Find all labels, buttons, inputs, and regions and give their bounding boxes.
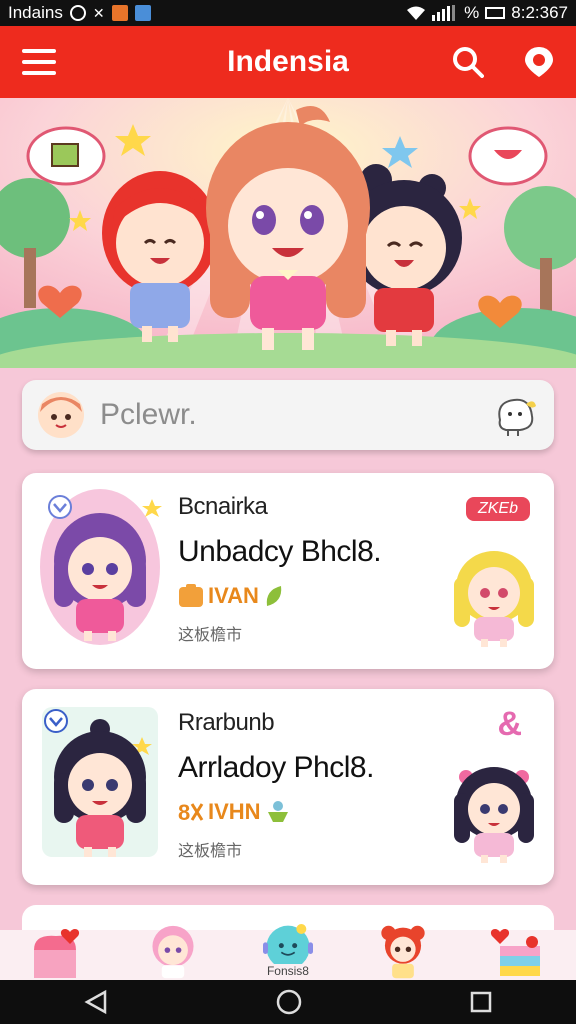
mute-icon: ✕ [92,4,105,21]
image-notification-icon [134,5,151,21]
system-nav-bar [0,980,576,1024]
card-side-avatar [448,547,540,652]
wifi-icon [407,6,426,20]
figure-icon [267,801,288,822]
app-notification-icon [111,5,128,21]
nav-center-label: Fonsis8 [266,964,309,978]
card-subtitle: Bcnairka [178,493,268,520]
hero-banner [0,98,576,368]
card-avatar [38,703,162,868]
card-meta: 这板檐市 [178,843,243,860]
card-title: Arrladoy Phcl8. [178,751,374,784]
nav-bear[interactable] [363,924,443,980]
bottom-nav: Fonsis8 [0,924,576,980]
search-icon[interactable] [452,46,484,78]
card-side-avatar [448,763,540,868]
battery-icon [485,7,506,19]
speech-bubble-left [26,126,106,186]
svg-text:8: 8 [178,800,190,824]
nav-center[interactable]: Fonsis8 [248,924,328,980]
card-tagline: 8 IVHN [178,799,374,825]
search-avatar-icon [38,392,84,438]
status-badge: ZKEb [465,497,530,521]
card-tagline: IVAN [178,583,381,609]
home-circle-icon[interactable] [275,988,303,1016]
card-meta: 这板檐市 [178,627,243,644]
search-input[interactable]: Pclewr. [22,380,554,450]
sync-icon [69,5,86,21]
tagline-text: IVAN [208,583,259,608]
app-bar: Indensia [0,26,576,98]
leaf-icon [266,586,282,606]
speech-bubble-right [468,126,548,186]
battery-percent: % [464,3,480,22]
carrier-text: Indains [8,3,63,22]
nav-profile[interactable] [133,924,213,980]
cake-icon [491,929,541,976]
clock-text: 8:2:367 [511,3,568,22]
tagline-text: IVHN [208,799,261,824]
hero-illustration [0,98,576,368]
card-avatar [38,487,162,652]
nav-cake[interactable] [478,924,558,980]
center-mascot-icon [262,924,313,964]
menu-icon[interactable] [22,49,56,75]
status-bar: Indains ✕ % 8:2:367 [0,0,576,26]
card-subtitle: Rrarbunb [178,709,275,736]
search-placeholder: Pclewr. [100,398,197,431]
list-item[interactable]: Bcnairka Unbadcy Bhcl8. IVAN 这板檐市 ZKEb [22,473,554,669]
profile-icon [152,925,194,979]
back-icon[interactable] [83,989,109,1015]
signal-icon [432,5,456,21]
nav-home[interactable] [18,924,98,980]
home-icon [33,929,79,978]
search-mascot-icon[interactable] [490,390,540,440]
recents-icon[interactable] [469,990,493,1014]
bear-icon [381,925,425,979]
list-item[interactable]: Rrarbunb Arrladoy Phcl8. 8 IVHN 这板檐市 & [22,689,554,885]
location-pin-icon[interactable] [524,46,554,78]
tag-icon [179,584,203,607]
card-marker: & [497,705,522,743]
card-title: Unbadcy Bhcl8. [178,535,382,568]
tag-icon: 8 [178,800,204,824]
